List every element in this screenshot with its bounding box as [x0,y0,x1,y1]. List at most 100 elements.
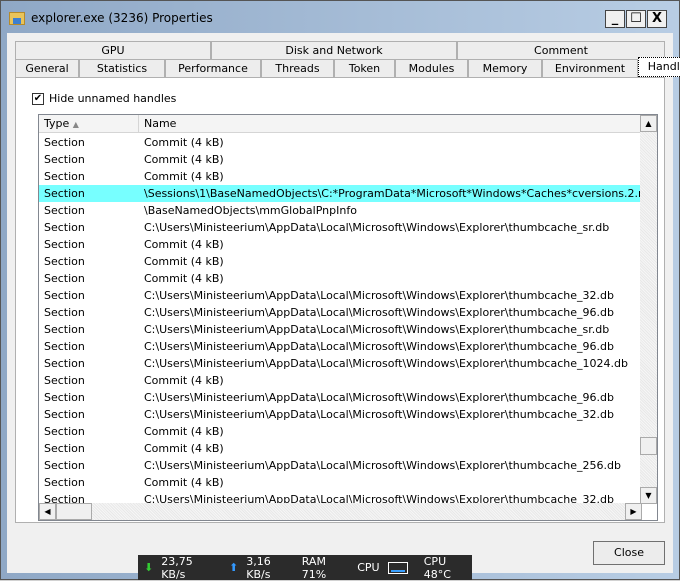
vertical-scrollbar[interactable]: ▲ ▼ [640,115,657,504]
table-row[interactable]: Section Commit (4 kB) [39,134,641,151]
handle-name: C:\Users\Ministeerium\AppData\Local\Micr… [144,391,614,404]
table-row[interactable]: Section C:\Users\Ministeerium\AppData\Loc… [39,338,641,355]
handle-type: Section [44,476,85,489]
tab-threads[interactable]: Threads [261,59,334,77]
minimize-button[interactable]: _ [605,10,625,28]
handle-type: Section [44,255,85,268]
tab-modules[interactable]: Modules [395,59,468,77]
handle-type: Section [44,272,85,285]
handle-type: Section [44,391,85,404]
upload-speed: 3,16 KB/s [246,554,271,581]
tab-performance[interactable]: Performance [165,59,261,77]
tab-token[interactable]: Token [334,59,395,77]
handle-type: Section [44,374,85,387]
title-bar: explorer.exe (3236) Properties [9,5,213,31]
handle-type: Section [44,170,85,183]
table-row[interactable]: Section C:\Users\Ministeerium\AppData\Loc… [39,287,641,304]
handle-type: Section [44,459,85,472]
handle-name: Commit (4 kB) [144,442,224,455]
handle-type: Section [44,306,85,319]
handle-type: Section [44,425,85,438]
scroll-up-icon[interactable]: ▲ [640,115,657,132]
table-row[interactable]: Section Commit (4 kB) [39,372,641,389]
table-row[interactable]: Section C:\Users\Ministeerium\AppData\Loc… [39,389,641,406]
handle-type: Section [44,238,85,251]
handle-name: Commit (4 kB) [144,170,224,183]
handle-name: C:\Users\Ministeerium\AppData\Local\Micr… [144,323,610,336]
close-window-button[interactable]: X [647,10,667,28]
table-row[interactable]: Section Commit (4 kB) [39,270,641,287]
tab-disk-and-network[interactable]: Disk and Network [211,41,457,59]
scroll-down-icon[interactable]: ▼ [640,487,657,504]
table-row[interactable]: Section C:\Users\Ministeerium\AppData\Loc… [39,457,641,474]
upload-arrow-icon: ⬆ [229,561,239,574]
cpu-temp: CPU 48°C [423,554,451,581]
table-row[interactable]: Section C:\Users\Ministeerium\AppData\Loc… [39,406,641,423]
scroll-right-icon[interactable]: ▶ [625,503,642,520]
tab-environment[interactable]: Environment [542,59,638,77]
handle-name: C:\Users\Ministeerium\AppData\Local\Micr… [144,340,614,353]
handle-name: C:\Users\Ministeerium\AppData\Local\Micr… [144,357,628,370]
handle-name: C:\Users\Ministeerium\AppData\Local\Micr… [144,306,614,319]
handle-name: C:\Users\Ministeerium\AppData\Local\Micr… [144,221,610,234]
checkbox-check-icon[interactable]: ✔ [32,92,44,105]
hide-unnamed-checkbox[interactable]: ✔ Hide unnamed handles [32,92,176,105]
handle-name: \BaseNamedObjects\mmGlobalPnpInfo [144,204,357,217]
handle-name: Commit (4 kB) [144,238,224,251]
handle-type: Section [44,357,85,370]
handle-name: Commit (4 kB) [144,425,224,438]
column-header-type[interactable]: Type ▲ [39,115,139,132]
tab-comment[interactable]: Comment [457,41,665,59]
handle-type: Section [44,340,85,353]
handle-name: Commit (4 kB) [144,476,224,489]
tab-memory[interactable]: Memory [468,59,542,77]
handle-type: Section [44,187,85,200]
table-row[interactable]: Section Commit (4 kB) [39,236,641,253]
handle-name: Commit (4 kB) [144,374,224,387]
table-row[interactable]: Section \BaseNamedObjects\mmGlobalPnpInfo [39,202,641,219]
scroll-left-icon[interactable]: ◀ [39,503,56,520]
scroll-thumb[interactable] [640,437,657,455]
table-row[interactable]: Section C:\Users\Ministeerium\AppData\Loc… [39,321,641,338]
handle-type: Section [44,136,85,149]
table-row[interactable]: Section Commit (4 kB) [39,253,641,270]
column-header-name[interactable]: Name [139,115,642,132]
handle-type: Section [44,408,85,421]
horizontal-scrollbar[interactable]: ◀ ▶ [39,503,642,520]
tab-handles[interactable]: Handles [638,57,680,77]
handles-list: Type ▲ Name Section Commit (4 kB) Section C… [38,114,658,521]
tab-gpu[interactable]: GPU [15,41,211,59]
handle-name: Commit (4 kB) [144,153,224,166]
table-row[interactable]: Section Commit (4 kB) [39,474,641,491]
handle-type: Section [44,289,85,302]
window-title: explorer.exe (3236) Properties [31,11,213,25]
download-speed: 23,75 KB/s [161,554,193,581]
hide-unnamed-label: Hide unnamed handles [49,92,177,105]
handle-name: Commit (4 kB) [144,255,224,268]
close-button[interactable]: Close [593,541,665,565]
table-row[interactable]: Section Commit (4 kB) [39,151,641,168]
hscroll-thumb[interactable] [56,503,92,520]
table-row[interactable]: Section C:\Users\Ministeerium\AppData\Loc… [39,304,641,321]
handle-name: \Sessions\1\BaseNamedObjects\C:*ProgramD… [144,187,640,200]
table-row[interactable]: Section C:\Users\Ministeerium\AppData\Loc… [39,355,641,372]
handle-name: C:\Users\Ministeerium\AppData\Local\Micr… [144,408,614,421]
maximize-button[interactable]: ☐ [626,10,646,28]
table-row[interactable]: Section \Sessions\1\BaseNamedObjects\C:*P… [39,185,641,202]
sort-up-icon: ▲ [72,120,79,129]
handle-name: C:\Users\Ministeerium\AppData\Local\Micr… [144,289,614,302]
tab-general[interactable]: General [15,59,79,77]
handle-name: C:\Users\Ministeerium\AppData\Local\Micr… [144,459,621,472]
handle-type: Section [44,442,85,455]
cpu-label: CPU [357,561,380,574]
tab-statistics[interactable]: Statistics [79,59,165,77]
table-row[interactable]: Section Commit (4 kB) [39,440,641,457]
handle-type: Section [44,153,85,166]
handle-type: Section [44,204,85,217]
handles-panel: ✔ Hide unnamed handles Type ▲ Name Secti… [15,77,665,523]
table-row[interactable]: Section Commit (4 kB) [39,423,641,440]
table-row[interactable]: Section Commit (4 kB) [39,168,641,185]
ram-usage: RAM 71% [301,554,327,581]
dialog-client: GPU Disk and Network Comment General Statis… [7,33,680,573]
table-row[interactable]: Section C:\Users\Ministeerium\AppData\Loc… [39,219,641,236]
